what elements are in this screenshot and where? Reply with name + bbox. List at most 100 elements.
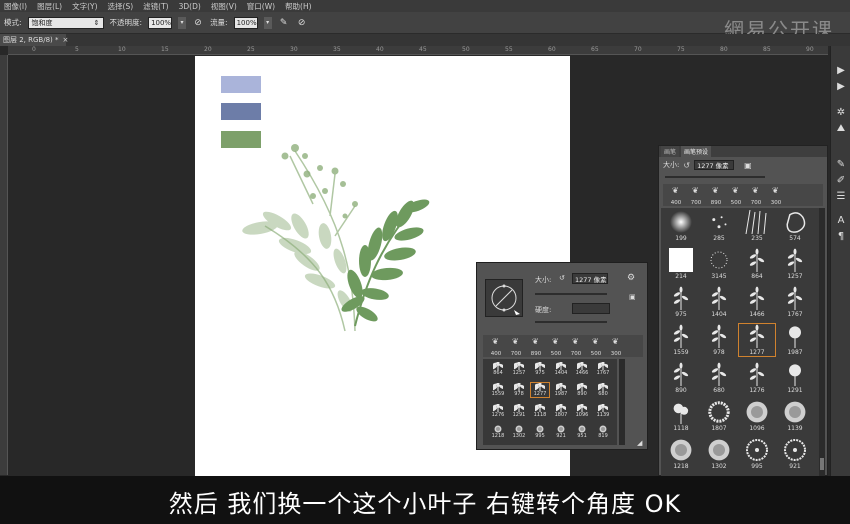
menu-item[interactable]: 选择(S) <box>108 1 134 12</box>
brush-cell[interactable]: 1466 <box>573 360 591 376</box>
brush-preset-cell[interactable]: 921 <box>777 438 813 470</box>
brush-cell[interactable]: 1139 <box>594 402 612 418</box>
flow-dropdown-icon[interactable]: ▾ <box>263 16 272 29</box>
brush-cell[interactable]: 1404 <box>552 360 570 376</box>
menu-item[interactable]: 窗口(W) <box>247 1 275 12</box>
recent-brush[interactable]: ❦ 700 <box>567 337 585 357</box>
brush-preset-cell[interactable]: 1139 <box>777 400 813 432</box>
brush-preset-cell[interactable]: 1291 <box>777 362 813 394</box>
brush-cell[interactable]: 1302 <box>510 425 528 439</box>
size-input[interactable]: 1277 像素 <box>572 273 608 284</box>
recent-brush[interactable]: ❦ 700 <box>747 186 765 206</box>
brush-preset-cell[interactable]: 978 <box>701 324 737 356</box>
recent-brush[interactable]: ❦ 400 <box>487 337 505 357</box>
brush-preset-cell[interactable]: 1218 <box>663 438 699 470</box>
brush-cell[interactable]: 1276 <box>489 402 507 418</box>
brush-preset-cell[interactable]: 1559 <box>663 324 699 356</box>
brush-preset-cell[interactable]: 995 <box>739 438 775 470</box>
hardness-input[interactable] <box>572 303 610 314</box>
recent-brush[interactable]: ❦ 500 <box>727 186 745 206</box>
recent-brush[interactable]: ❦ 700 <box>687 186 705 206</box>
menu-item[interactable]: 滤镜(T) <box>143 1 168 12</box>
scrollbar-thumb[interactable] <box>820 458 824 470</box>
angle-dial-icon[interactable] <box>486 280 522 316</box>
opacity-dropdown-icon[interactable]: ▾ <box>178 16 187 29</box>
gear-icon[interactable]: ⚙ <box>627 273 635 283</box>
brush-preset-cell[interactable]: 235 <box>739 209 775 242</box>
size-input[interactable]: 1277 像素 <box>694 160 735 170</box>
menu-item[interactable]: 视图(V) <box>211 1 237 12</box>
size-slider[interactable] <box>665 176 765 178</box>
brush-preset-cell[interactable]: 214 <box>663 248 699 280</box>
brush-cell[interactable]: 1257 <box>510 360 528 376</box>
brush-preset-cell[interactable]: 1987 <box>777 324 813 356</box>
brush-cell[interactable]: 864 <box>489 360 507 376</box>
brush-cell[interactable]: 680 <box>594 381 612 397</box>
brush-preset-cell[interactable]: 285 <box>701 210 737 242</box>
levels-icon[interactable]: ⛰ <box>831 120 850 136</box>
tab-brush-presets[interactable]: 画笔预设 <box>681 146 712 157</box>
brush-preset-cell[interactable]: 1276 <box>739 362 775 394</box>
recent-brush[interactable]: ❦ 400 <box>667 186 685 206</box>
play-icon[interactable]: ▶ <box>831 78 850 94</box>
brush-cell[interactable]: 1559 <box>489 381 507 397</box>
brush-cell[interactable]: 1118 <box>531 402 549 418</box>
play-icon[interactable]: ▶ <box>831 62 850 78</box>
close-icon[interactable]: × <box>63 36 69 44</box>
brush-preset-cell[interactable]: 890 <box>663 362 699 394</box>
menu-item[interactable]: 文字(Y) <box>72 1 97 12</box>
brush-angle-preview[interactable] <box>485 279 523 317</box>
brush-cell[interactable]: 1277 <box>530 381 550 398</box>
reset-icon[interactable]: ↺ <box>683 161 690 170</box>
brush-cell[interactable]: 1291 <box>510 402 528 418</box>
brush-cell[interactable]: 1218 <box>489 425 507 439</box>
brush-preset-cell[interactable]: 3145 <box>701 248 737 280</box>
brush-preset-cell[interactable]: 574 <box>777 210 813 242</box>
brush-preset-cell[interactable]: 1257 <box>777 248 813 280</box>
sliders-icon[interactable]: ☰ <box>831 188 850 204</box>
brush-cell[interactable]: 1767 <box>594 360 612 376</box>
scrollbar[interactable] <box>819 208 825 476</box>
size-slider[interactable] <box>535 293 607 295</box>
flow-input[interactable]: 100% <box>233 16 258 29</box>
recent-brush[interactable]: ❦ 890 <box>707 186 725 206</box>
menu-item[interactable]: 图像(I) <box>4 1 27 12</box>
menu-item[interactable]: 帮助(H) <box>285 1 312 12</box>
brush-cell[interactable]: 1096 <box>573 402 591 418</box>
menu-item[interactable]: 3D(D) <box>179 2 201 11</box>
brush-preset-cell[interactable]: 680 <box>701 362 737 394</box>
brush-preset-cell[interactable]: 199 <box>663 210 699 242</box>
character-icon[interactable]: A <box>831 212 850 228</box>
recent-brush[interactable]: ❦ 500 <box>547 337 565 357</box>
brush-icon[interactable]: ✎ <box>831 156 850 172</box>
recent-brush[interactable]: ❦ 890 <box>527 337 545 357</box>
new-preset-icon[interactable]: ▣ <box>629 293 636 301</box>
brush-preset-cell[interactable]: 1767 <box>777 286 813 318</box>
brush-preset-cell[interactable]: 1404 <box>701 286 737 318</box>
recent-brush[interactable]: ❦ 700 <box>507 337 525 357</box>
resize-handle-icon[interactable]: ◢ <box>637 439 642 447</box>
brush-cell[interactable]: 951 <box>573 425 591 439</box>
scrollbar[interactable] <box>619 359 625 445</box>
mode-select[interactable]: 饱和度 ⇕ <box>27 16 104 29</box>
brush-preset-cell[interactable]: 864 <box>739 248 775 280</box>
brush-cell[interactable]: 978 <box>510 381 528 397</box>
hardness-slider[interactable] <box>535 321 607 323</box>
tab-brush[interactable]: 画笔 <box>661 146 680 157</box>
pressure-opacity-icon[interactable]: ⊘ <box>192 17 204 29</box>
reset-icon[interactable]: ↺ <box>559 274 565 282</box>
brush-cell[interactable]: 819 <box>594 425 612 439</box>
brush-cell[interactable]: 975 <box>531 360 549 376</box>
recent-brush[interactable]: ❦ 300 <box>607 337 625 357</box>
paragraph-icon[interactable]: ¶ <box>831 228 850 244</box>
brush-cell[interactable]: 995 <box>531 425 549 439</box>
brush-preset-cell[interactable]: 1302 <box>701 438 737 470</box>
brush-preset-cell[interactable]: 975 <box>663 286 699 318</box>
brush-preset-cell[interactable]: 1466 <box>739 286 775 318</box>
brush-preset-cell[interactable]: 1096 <box>739 400 775 432</box>
brush-presets-icon[interactable]: ✐ <box>831 172 850 188</box>
brush-cell[interactable]: 1807 <box>552 402 570 418</box>
menu-item[interactable]: 图层(L) <box>37 1 62 12</box>
recent-brush[interactable]: ❦ 500 <box>587 337 605 357</box>
airbrush-icon[interactable]: ✎ <box>278 17 290 29</box>
